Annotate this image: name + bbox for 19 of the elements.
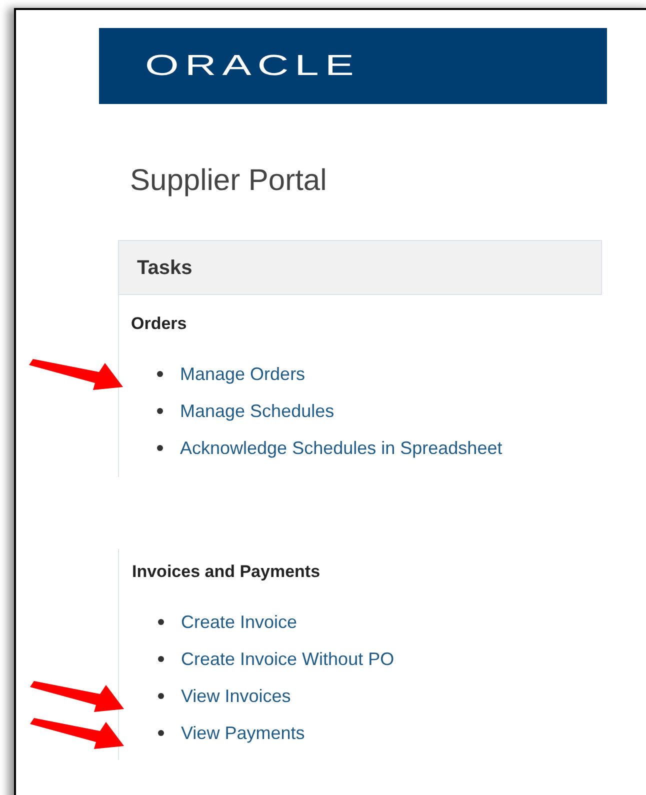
section-heading: Invoices and Payments (132, 561, 322, 581)
page-title: Supplier Portal (130, 166, 328, 196)
task-link[interactable]: Acknowledge Schedules in Spreadsheet (180, 434, 502, 462)
section-heading: Orders (131, 313, 188, 333)
task-link[interactable]: Manage Schedules (180, 398, 334, 424)
task-link[interactable]: Manage Orders (180, 360, 306, 388)
bullet-icon (158, 656, 164, 662)
task-link[interactable]: View Payments (181, 720, 305, 746)
bullet-icon (158, 693, 164, 699)
task-link[interactable]: View Invoices (181, 682, 291, 710)
task-link[interactable]: Create Invoice Without PO (181, 646, 394, 672)
bullet-icon (158, 730, 164, 736)
bullet-icon (157, 408, 163, 414)
panel-title: Tasks (137, 256, 192, 280)
task-link[interactable]: Create Invoice (181, 608, 298, 636)
bullet-icon (158, 619, 164, 625)
bullet-icon (157, 445, 163, 451)
logo: ORACLE (145, 52, 360, 80)
bullet-icon (157, 371, 163, 377)
